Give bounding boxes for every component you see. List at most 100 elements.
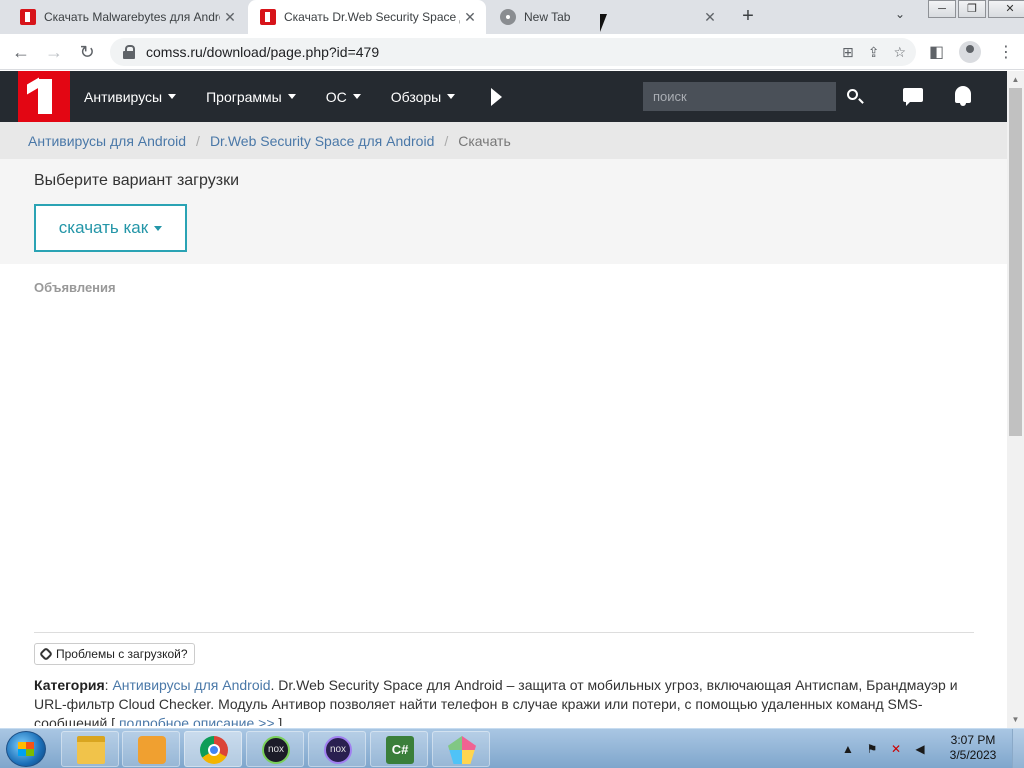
chat-icon[interactable] xyxy=(903,88,923,106)
taskbar-app-chrome[interactable] xyxy=(184,731,242,767)
bookmark-star-icon[interactable]: ☆ xyxy=(893,44,906,61)
scroll-down-arrow-icon[interactable]: ▼ xyxy=(1007,711,1024,728)
more-details-link[interactable]: подробное описание >> xyxy=(119,715,275,726)
new-tab-button[interactable]: + xyxy=(736,4,760,28)
taskbar-app-nox[interactable]: nox xyxy=(246,731,304,767)
reload-icon[interactable]: ↻ xyxy=(76,41,98,63)
multi-nox-icon: nox xyxy=(324,736,352,764)
share-icon[interactable]: ⇪ xyxy=(868,44,880,61)
tab-new-tab[interactable]: New Tab ✕ xyxy=(488,0,726,34)
clock-date: 3/5/2023 xyxy=(949,748,997,762)
play-icon[interactable] xyxy=(491,87,503,106)
breadcrumb-link-drweb[interactable]: Dr.Web Security Space для Android xyxy=(210,133,434,149)
network-disconnected-icon[interactable]: ✕ xyxy=(888,741,904,757)
download-problems-button[interactable]: Проблемы с загрузкой? xyxy=(34,643,195,665)
chrome-icon xyxy=(200,736,228,764)
show-hidden-icons-icon[interactable]: ▲ xyxy=(840,741,856,757)
taskbar-app-gem[interactable] xyxy=(432,731,490,767)
comss-favicon-icon xyxy=(260,9,276,25)
category-description: Категория: Антивирусы для Android. Dr.We… xyxy=(34,676,974,726)
tab-search-chevron-icon[interactable]: ⌄ xyxy=(895,7,905,21)
breadcrumb-separator: / xyxy=(444,132,449,149)
caret-down-icon xyxy=(287,94,296,99)
download-heading: Выберите вариант загрузки xyxy=(34,172,240,189)
taskbar-app-media-player[interactable] xyxy=(122,731,180,767)
kebab-menu-icon[interactable]: ⋮ xyxy=(998,42,1014,62)
menu-item-reviews[interactable]: Обзоры xyxy=(391,89,456,105)
system-tray: ▲ ⚑ ✕ ◀ xyxy=(840,729,936,768)
address-bar[interactable]: comss.ru/download/page.php?id=479 ⊞ ⇪ ☆ xyxy=(110,38,916,66)
breadcrumb-separator: / xyxy=(196,132,200,149)
caret-down-icon xyxy=(352,94,361,99)
divider xyxy=(34,632,974,633)
tab-title: New Tab xyxy=(524,10,571,24)
tab-title: Скачать Malwarebytes для Android xyxy=(44,10,220,24)
forward-arrow-icon[interactable]: → xyxy=(43,41,65,63)
side-panel-icon[interactable]: ◧ xyxy=(929,42,944,62)
mouse-cursor-icon xyxy=(600,14,607,32)
action-center-icon[interactable]: ⚑ xyxy=(864,741,880,757)
download-panel: Выберите вариант загрузки скачать как xyxy=(0,159,1007,264)
tab-drweb[interactable]: Скачать Dr.Web Security Space для Androi… xyxy=(248,0,486,34)
breadcrumb-current: Скачать xyxy=(458,132,511,149)
link-icon xyxy=(38,646,54,662)
site-search-input[interactable] xyxy=(643,82,836,111)
scroll-thumb[interactable] xyxy=(1009,88,1022,436)
menu-item-label: ОС xyxy=(325,88,347,105)
download-problems-label: Проблемы с загрузкой? xyxy=(56,647,188,661)
notification-bell-icon[interactable] xyxy=(955,86,971,106)
search-icon xyxy=(847,89,858,100)
start-button[interactable] xyxy=(6,731,46,767)
lock-icon[interactable] xyxy=(122,45,136,59)
browser-toolbar: ← → ↻ comss.ru/download/page.php?id=479 … xyxy=(0,34,1024,70)
breadcrumb: Антивирусы для Android / Dr.Web Security… xyxy=(0,122,1007,159)
ads-label: Объявления xyxy=(34,280,116,295)
category-label: Категория xyxy=(34,677,105,693)
window-controls: ─ ❐ ✕ xyxy=(928,0,1024,18)
translate-icon[interactable]: ⊞ xyxy=(842,44,854,61)
tab-close-icon[interactable]: ✕ xyxy=(460,9,480,26)
menu-item-label: Программы xyxy=(206,88,282,105)
nox-icon: nox xyxy=(262,736,290,764)
close-bracket: ] xyxy=(274,715,283,726)
caret-down-icon xyxy=(168,94,177,99)
site-header: Антивирусы Программы ОС Обзоры xyxy=(0,71,1007,122)
download-as-button[interactable]: скачать как xyxy=(34,204,187,252)
scroll-up-arrow-icon[interactable]: ▲ xyxy=(1007,71,1024,88)
taskbar-app-csharp[interactable]: C# xyxy=(370,731,428,767)
tab-close-icon[interactable]: ✕ xyxy=(220,9,240,26)
comss-favicon-icon xyxy=(20,9,36,25)
taskbar-app-explorer[interactable] xyxy=(61,731,119,767)
show-desktop-button[interactable] xyxy=(1012,729,1024,768)
main-menu: Антивирусы Программы ОС Обзоры xyxy=(84,71,503,122)
tab-malwarebytes[interactable]: Скачать Malwarebytes для Android ✕ xyxy=(8,0,246,34)
folder-icon xyxy=(77,736,105,764)
address-url[interactable]: comss.ru/download/page.php?id=479 xyxy=(146,44,379,60)
comss-logo[interactable] xyxy=(18,71,70,122)
minimize-button[interactable]: ─ xyxy=(928,0,956,18)
site-search-button[interactable] xyxy=(836,82,872,111)
menu-item-label: Обзоры xyxy=(390,88,442,105)
restore-button[interactable]: ❐ xyxy=(958,0,986,18)
category-link[interactable]: Антивирусы для Android xyxy=(112,677,270,693)
close-window-button[interactable]: ✕ xyxy=(988,0,1024,18)
menu-item-programs[interactable]: Программы xyxy=(206,89,296,105)
browser-tab-strip: Скачать Malwarebytes для Android ✕ Скача… xyxy=(0,0,1024,34)
taskbar-app-multi-nox[interactable]: nox xyxy=(308,731,366,767)
clock-time: 3:07 PM xyxy=(950,733,996,747)
back-arrow-icon[interactable]: ← xyxy=(10,41,32,63)
breadcrumb-link-android-antivirus[interactable]: Антивирусы для Android xyxy=(28,133,186,149)
taskbar-clock[interactable]: 3:07 PM 3/5/2023 xyxy=(940,733,1006,763)
download-as-label: скачать как xyxy=(58,218,149,237)
tab-title: Скачать Dr.Web Security Space для Androi… xyxy=(284,10,460,24)
windows-taskbar: nox nox C# ▲ ⚑ ✕ ◀ 3:07 PM 3/5/2023 xyxy=(0,728,1024,768)
menu-item-os[interactable]: ОС xyxy=(326,89,361,105)
profile-avatar-icon[interactable] xyxy=(959,41,981,63)
media-player-icon xyxy=(138,736,166,764)
menu-item-label: Антивирусы xyxy=(84,88,163,105)
page-scrollbar[interactable]: ▲ ▼ xyxy=(1007,71,1024,728)
tab-close-icon[interactable]: ✕ xyxy=(700,9,720,26)
volume-icon[interactable]: ◀ xyxy=(912,741,928,757)
menu-item-antiviruses[interactable]: Антивирусы xyxy=(84,88,177,105)
chrome-favicon-icon xyxy=(500,9,516,25)
